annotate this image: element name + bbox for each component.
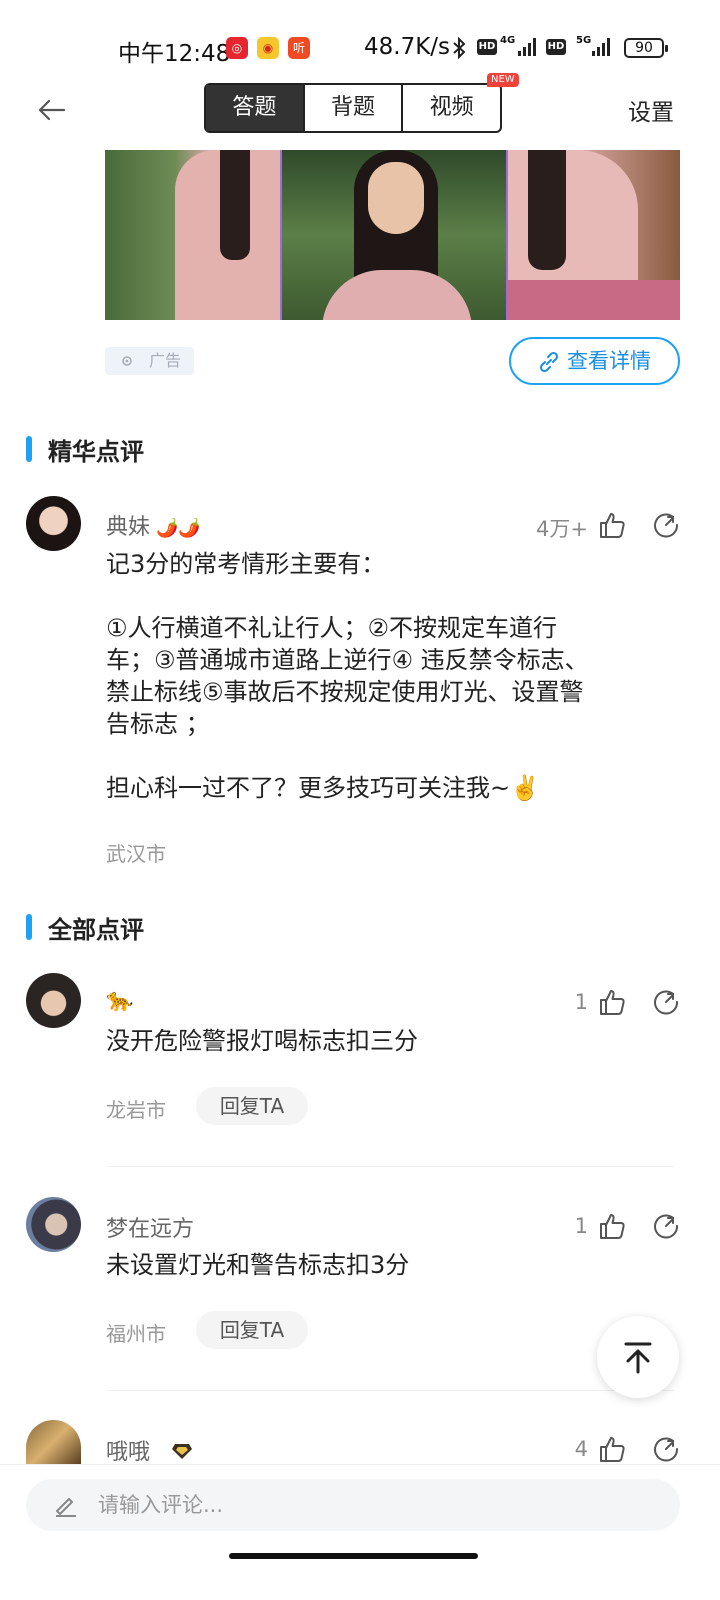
back-arrow-icon [38,99,66,121]
signal-icon [518,38,540,56]
avatar[interactable] [26,496,81,551]
comment-city: 龙岩市 [106,1098,166,1122]
arrow-up-icon [624,1342,652,1374]
net-speed: 48.7K/s [364,34,451,60]
share-icon[interactable] [652,988,680,1016]
tab-recite[interactable]: 背题 [305,85,404,131]
divider [106,1166,674,1167]
featured-section-title: 精华点评 [26,432,144,467]
signal-icon-2 [592,38,614,56]
comment-text: 未设置灯光和警告标志扣3分 [106,1251,410,1279]
hd-badge: HD [477,39,497,55]
pencil-icon [56,1498,76,1517]
all-comments-section-title: 全部点评 [26,910,144,945]
home-indicator[interactable] [229,1553,478,1559]
new-badge: NEW [487,73,519,87]
vip-diamond-icon [172,1444,193,1459]
thumbs-up-icon[interactable] [597,987,627,1017]
status-time: 中午12:48 [118,41,231,67]
reply-button[interactable]: 回复TA [196,1311,308,1349]
avatar[interactable] [26,1420,81,1464]
ad-tag: 广告 [105,347,194,375]
view-details-label: 查看详情 [567,349,651,373]
ad-photo-right [508,150,680,320]
status-bar: 中午12:48 ◎ ◉ 听 48.7K/s HD 4G HD 5G 90 [0,0,720,90]
comment-username[interactable]: 梦在远方 [106,1211,194,1243]
net-type-5g: 5G [576,35,592,46]
comment-username[interactable]: 典妹 🌶️🌶️ [106,509,201,541]
comment-input-box[interactable] [26,1479,680,1531]
avatar[interactable] [26,1197,81,1252]
ad-photo-left [105,150,280,320]
view-details-button[interactable]: 查看详情 [509,337,680,385]
listen-icon: 听 [288,37,310,59]
share-icon[interactable] [652,511,680,539]
ad-banner-image[interactable] [105,150,680,320]
bluetooth-icon [452,36,466,63]
share-icon[interactable] [652,1212,680,1240]
tab-answer[interactable]: 答题 [206,85,305,131]
comment-text: 没开危险警报灯喝标志扣三分 [106,1027,418,1055]
thumbs-up-icon[interactable] [597,510,627,540]
divider [106,1390,674,1391]
ad-photo-center [282,150,506,320]
avatar[interactable] [26,973,81,1028]
ad-icon [122,356,132,366]
share-icon[interactable] [652,1435,680,1463]
comment-city: 福州市 [106,1322,166,1346]
back-to-top-button[interactable] [597,1316,679,1398]
comment-city: 武汉市 [106,842,166,866]
like-count: 1 [574,1214,588,1238]
comment-input[interactable] [98,1479,658,1531]
netease-music-icon: ◎ [226,37,248,59]
hd-badge-2: HD [546,39,566,55]
weibo-icon: ◉ [257,37,279,59]
thumbs-up-icon[interactable] [597,1434,627,1464]
ad-tag-label: 广告 [149,351,182,370]
comment-bar [0,1464,720,1600]
comment-username[interactable]: 🐆 [106,988,133,1013]
reply-button[interactable]: 回复TA [196,1087,308,1125]
battery-icon: 90 [624,38,668,58]
like-count: 4万+ [536,517,588,541]
like-count: 1 [574,990,588,1014]
tab-video[interactable]: 视频 [403,85,500,131]
settings-button[interactable]: 设置 [628,93,674,127]
net-type-4g: 4G [500,35,516,46]
link-icon [539,351,559,373]
thumbs-up-icon[interactable] [597,1211,627,1241]
like-count: 4 [574,1437,588,1461]
comment-text: 记3分的常考情形主要有： ①人行横道不礼让行人；②不按规定车道行 车；③普通城市… [106,550,589,802]
chili-badge-icon: 🌶️🌶️ [156,518,201,539]
comment-username[interactable]: 哦哦 [106,1434,193,1466]
back-button[interactable] [30,90,74,130]
mode-tabs: 答题 背题 视频 [204,83,502,133]
